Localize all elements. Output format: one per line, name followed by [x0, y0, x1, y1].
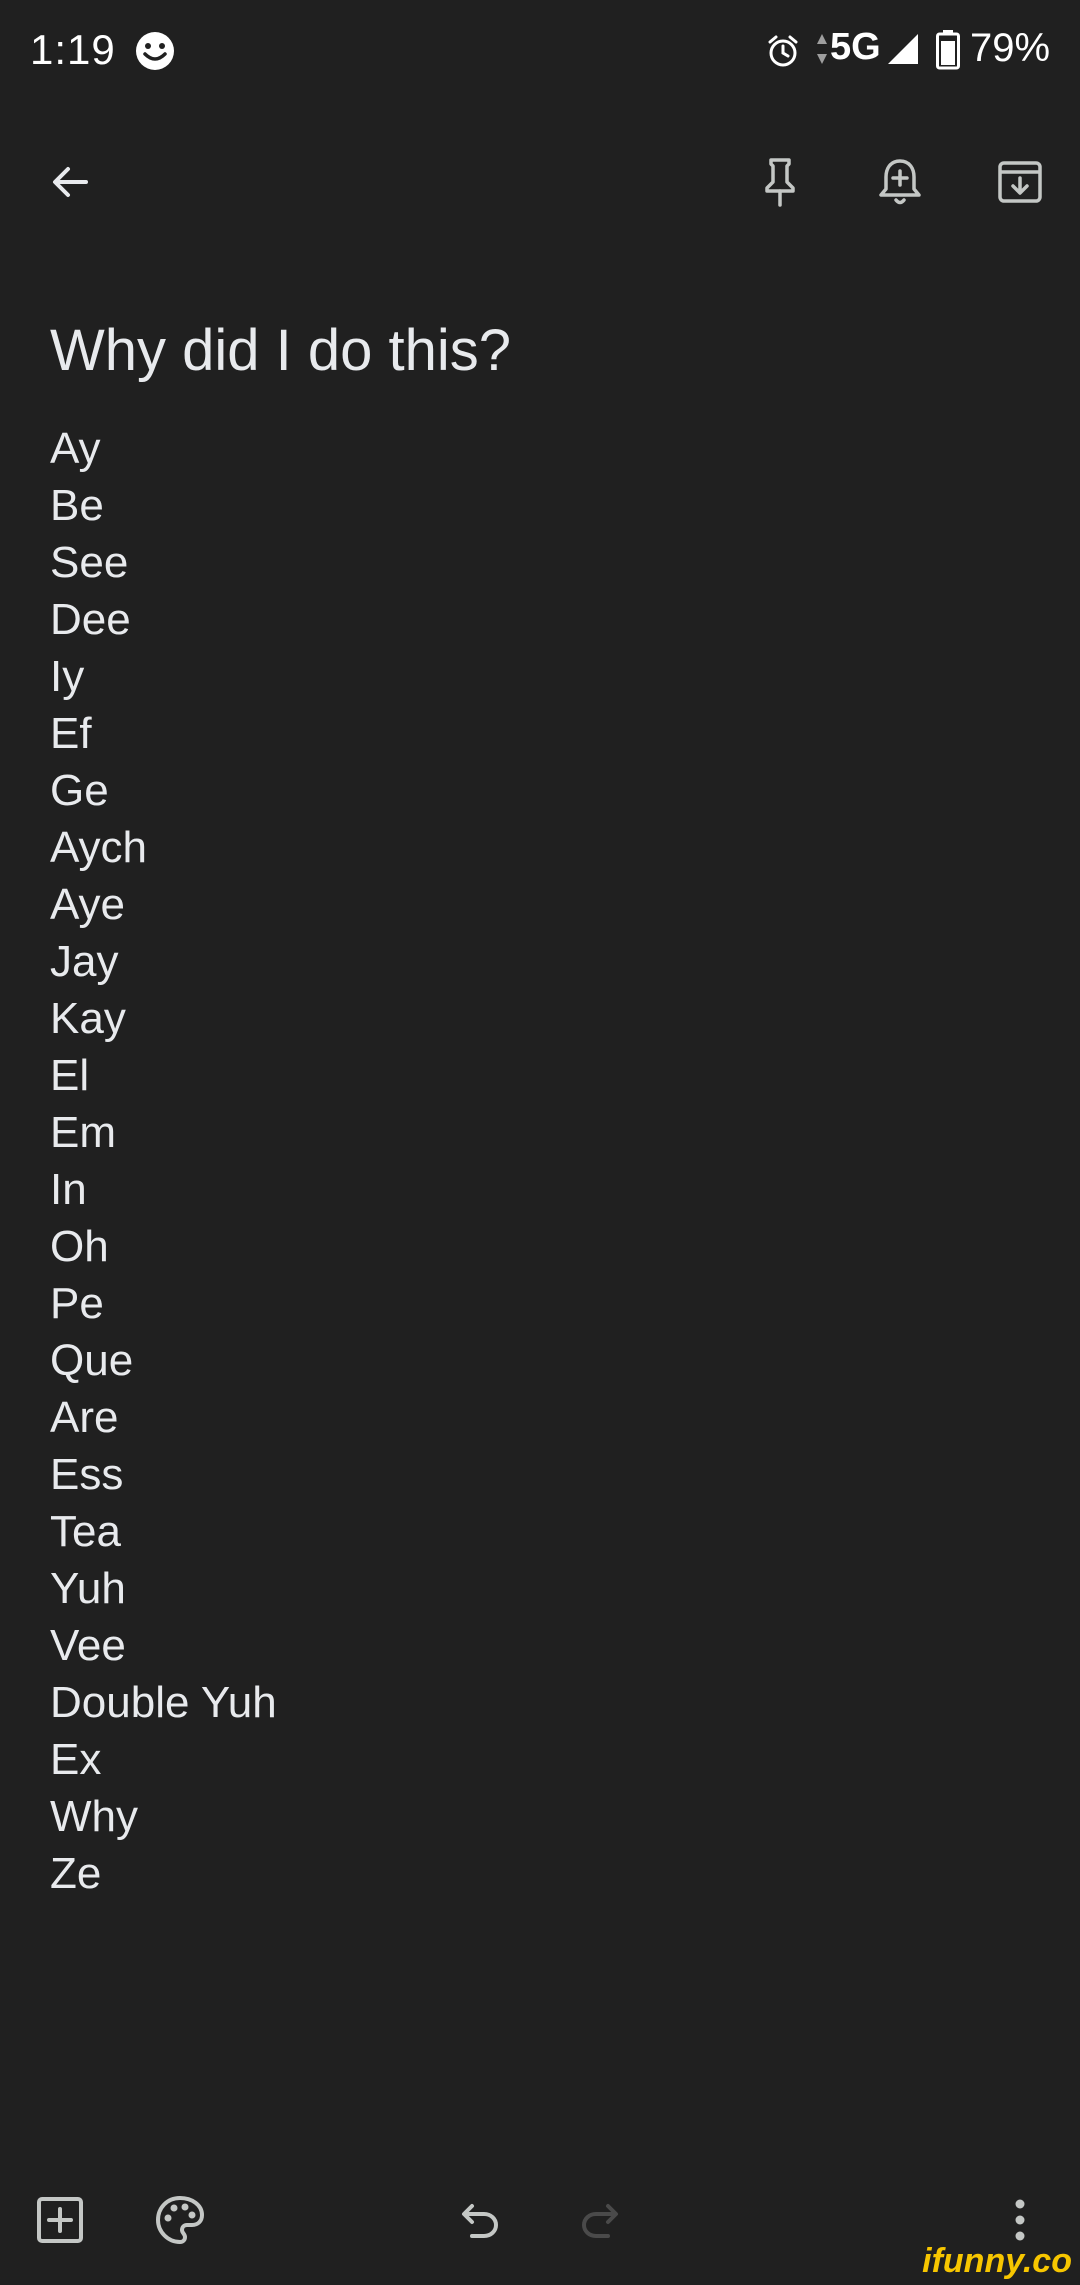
more-vert-icon	[1015, 2199, 1025, 2241]
note-line: Ge	[50, 766, 109, 815]
palette-button[interactable]	[148, 2188, 212, 2252]
note-line: Are	[50, 1393, 119, 1442]
reminder-button[interactable]	[868, 150, 932, 214]
undo-button[interactable]	[448, 2188, 512, 2252]
archive-button[interactable]	[988, 150, 1052, 214]
pin-button[interactable]	[748, 150, 812, 214]
note-line: Why	[50, 1792, 138, 1841]
note-line: Aych	[50, 823, 148, 872]
battery-percent: 79%	[970, 26, 1051, 70]
data-activity-icon	[817, 34, 827, 64]
network-type: 5G	[830, 26, 881, 68]
add-reminder-icon	[879, 159, 921, 205]
note-line: Ef	[50, 709, 92, 758]
note-line: Iy	[50, 652, 85, 701]
note-title[interactable]: Why did I do this?	[50, 316, 511, 386]
note-line: Vee	[50, 1621, 126, 1670]
note-line: Oh	[50, 1222, 109, 1271]
redo-button[interactable]	[568, 2188, 632, 2252]
note-line: Tea	[50, 1507, 121, 1556]
note-line: Ess	[50, 1450, 124, 1499]
note-line: Double Yuh	[50, 1678, 277, 1727]
note-line: Be	[50, 481, 104, 530]
archive-icon	[998, 161, 1042, 203]
ifunny-watermark: ifunny.co	[922, 2242, 1072, 2280]
back-button[interactable]	[38, 150, 102, 214]
note-body[interactable]: Ay Be See Dee Iy Ef Ge Aych Aye Jay Kay …	[50, 420, 1050, 1902]
battery-icon	[936, 30, 960, 70]
signal-icon	[888, 34, 918, 64]
note-line: Jay	[50, 937, 119, 986]
alarm-icon	[768, 35, 798, 67]
note-line: Ex	[50, 1735, 102, 1784]
status-bar: 1:19 5G 79%	[0, 0, 1080, 104]
note-line: Ze	[50, 1849, 102, 1898]
add-box-icon	[37, 2197, 83, 2243]
palette-icon	[156, 2196, 204, 2244]
note-line: Que	[50, 1336, 134, 1385]
note-line: Dee	[50, 595, 131, 644]
pin-icon	[765, 158, 795, 207]
note-line: Pe	[50, 1279, 104, 1328]
note-line: Aye	[50, 880, 126, 929]
redo-icon	[581, 2204, 618, 2238]
note-line: Kay	[50, 994, 126, 1043]
note-line: In	[50, 1165, 87, 1214]
note-line: Em	[50, 1108, 116, 1157]
status-time: 1:19	[30, 26, 116, 73]
undo-icon	[462, 2204, 499, 2238]
note-line: Yuh	[50, 1564, 126, 1613]
arrow-back-icon	[53, 167, 88, 197]
note-line: El	[50, 1051, 90, 1100]
add-content-button[interactable]	[28, 2188, 92, 2252]
smiley-icon	[136, 32, 174, 70]
note-line: Ay	[50, 424, 101, 473]
note-line: See	[50, 538, 129, 587]
